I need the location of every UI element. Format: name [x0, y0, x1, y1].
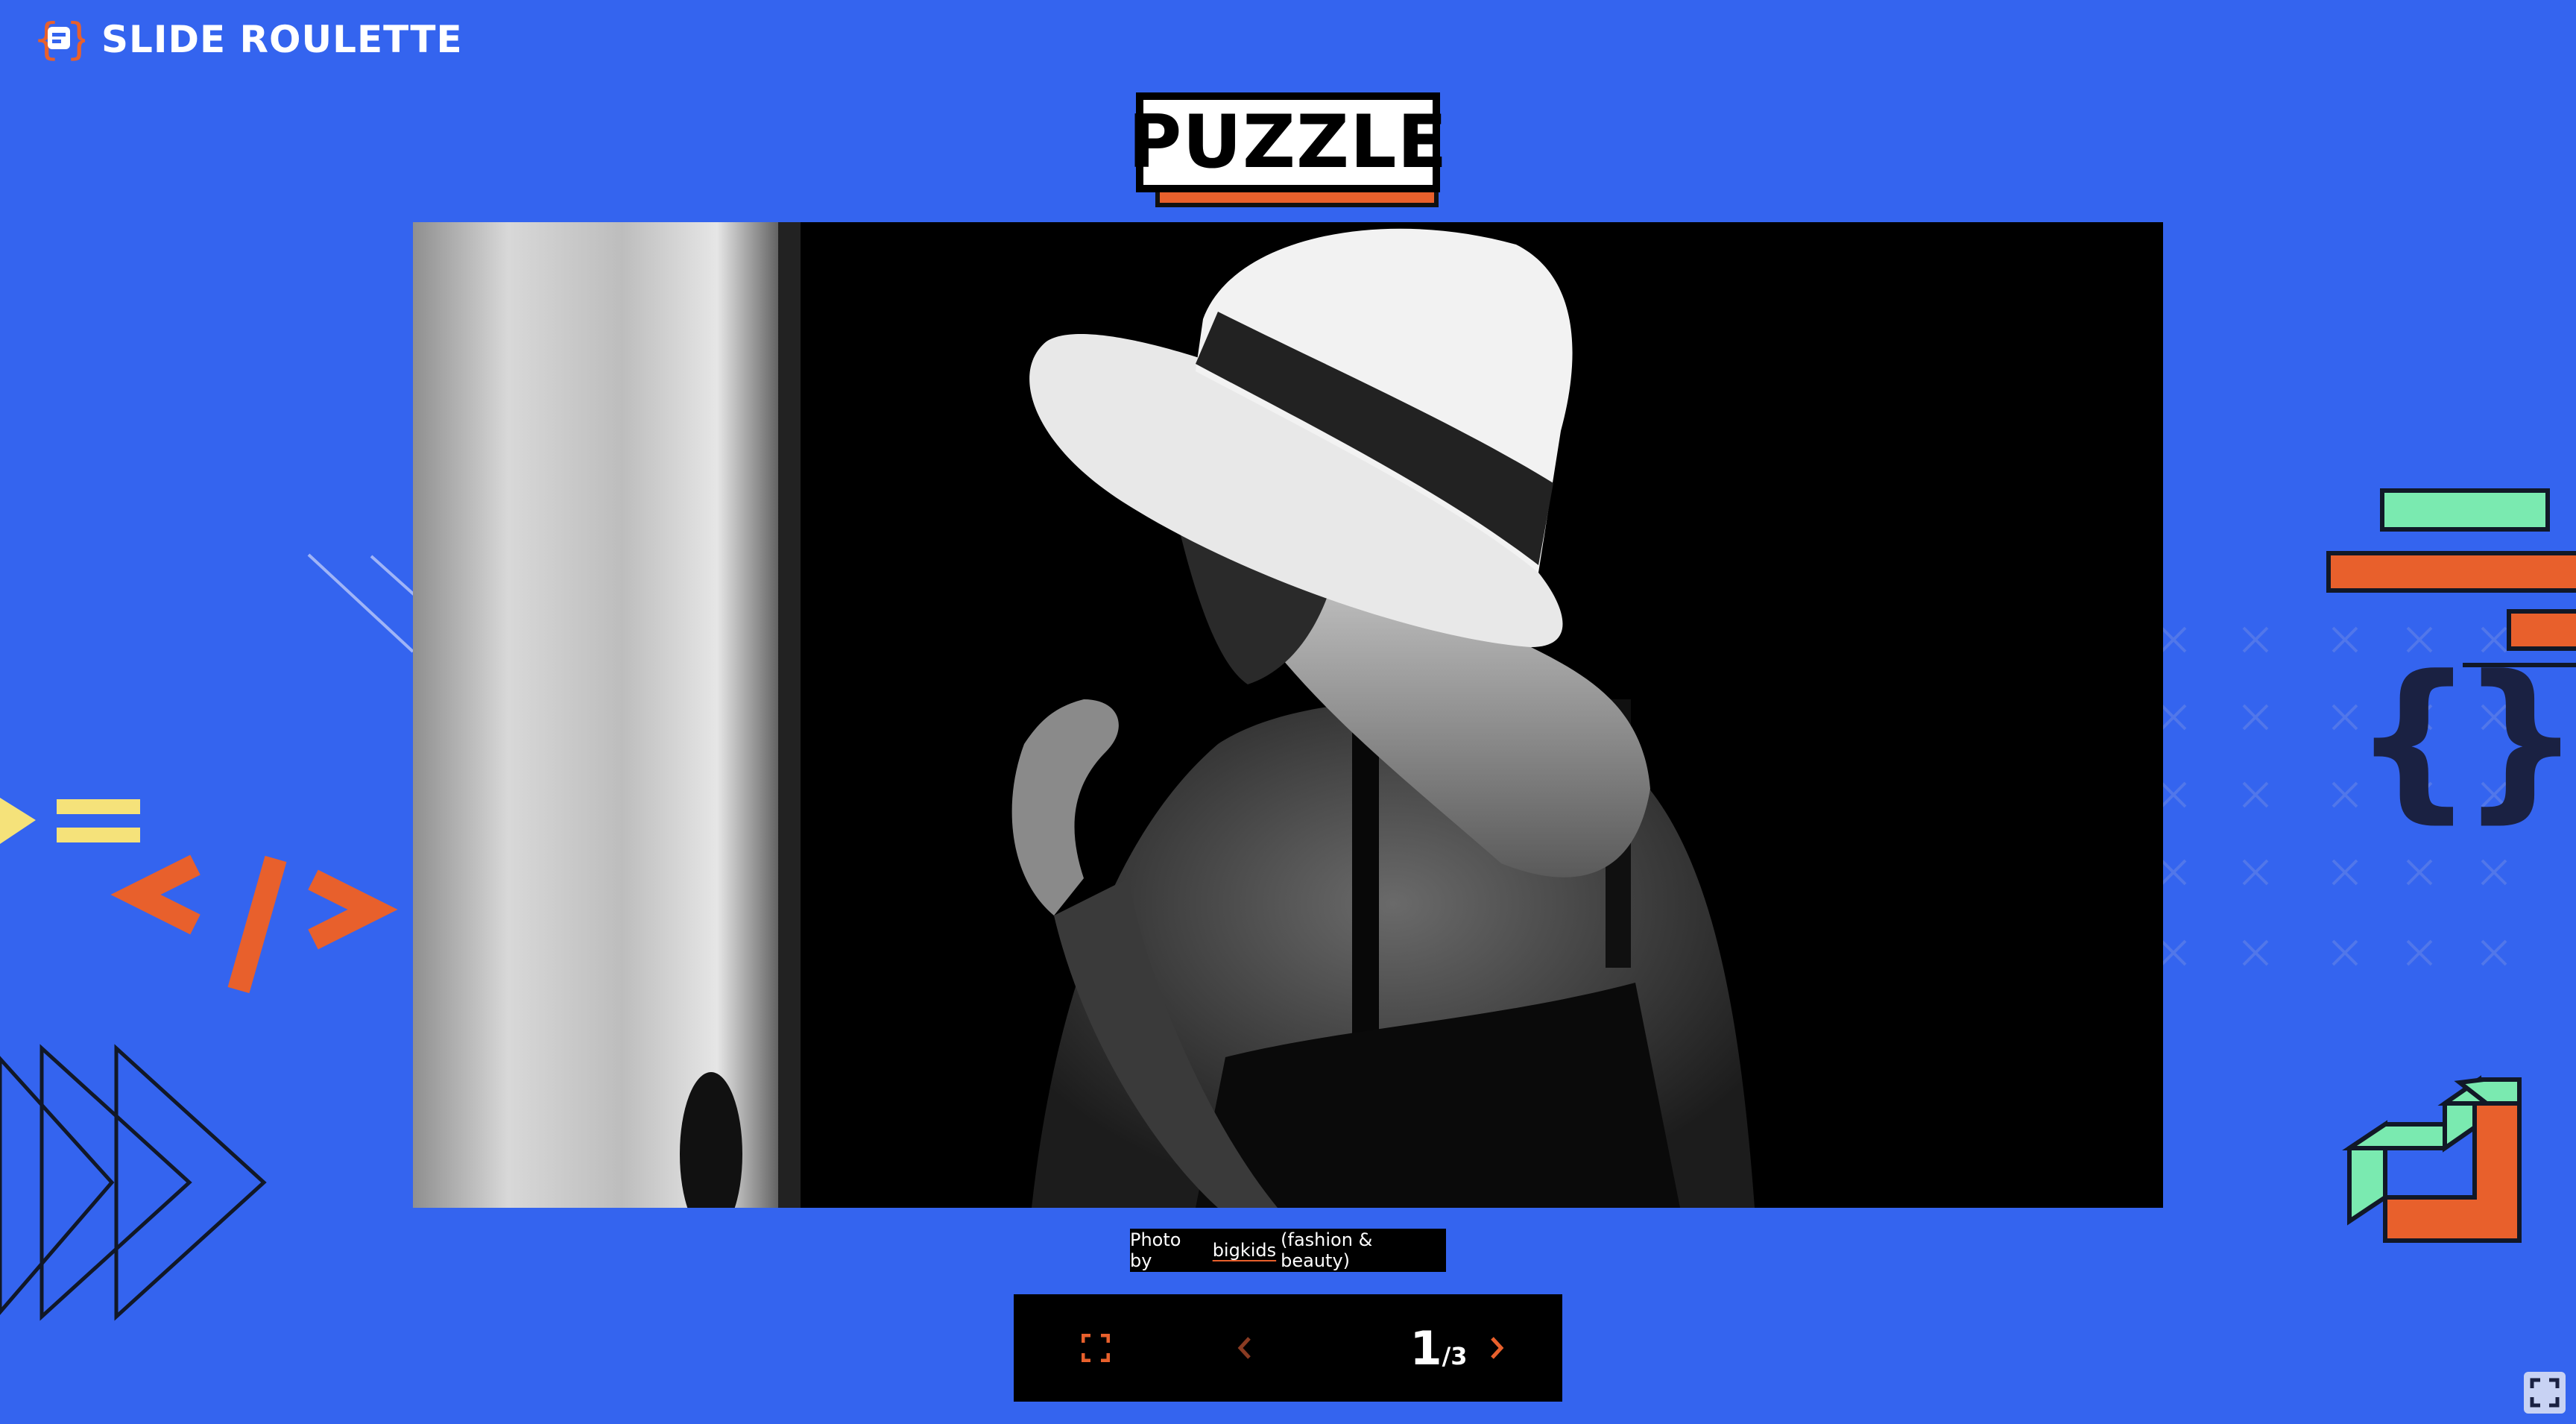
- next-slide-button[interactable]: [1459, 1294, 1534, 1402]
- expand-icon: [1082, 1334, 1110, 1362]
- fullscreen-button[interactable]: [1058, 1294, 1133, 1402]
- heading-text: PUZZLE: [1128, 100, 1448, 185]
- curly-brace-chat-icon: { }: [33, 13, 93, 64]
- caption-suffix: (fashion & beauty): [1281, 1229, 1373, 1271]
- corner-fullscreen-button[interactable]: [2524, 1372, 2566, 1414]
- photo-image: [413, 222, 2163, 1208]
- app-title: SLIDE ROULETTE: [101, 18, 463, 61]
- chevron-right-icon: [1491, 1337, 1504, 1359]
- svg-text:}: }: [2460, 640, 2576, 839]
- prev-slide-button[interactable]: [1208, 1294, 1282, 1402]
- chevron-left-icon: [1237, 1337, 1251, 1359]
- decorative-shapes-left: [0, 553, 416, 1321]
- svg-text:{: {: [2352, 640, 2475, 839]
- slide-heading: PUZZLE: [1128, 92, 1449, 212]
- decorative-shapes-right: { }: [2162, 488, 2576, 1243]
- app-logo: { } SLIDE ROULETTE: [33, 13, 463, 64]
- author-link[interactable]: bigkids: [1213, 1240, 1276, 1261]
- caption-prefix: Photo by: [1130, 1229, 1181, 1271]
- fullscreen-icon: [2530, 1378, 2560, 1408]
- heading-box: PUZZLE: [1128, 92, 1448, 192]
- photo-caption: Photo by bigkids (fashion & beauty): [1130, 1229, 1446, 1272]
- slide-controls: 1 /3: [1014, 1294, 1562, 1402]
- current-slide: 1: [1409, 1320, 1442, 1376]
- slide-photo: [413, 222, 2163, 1208]
